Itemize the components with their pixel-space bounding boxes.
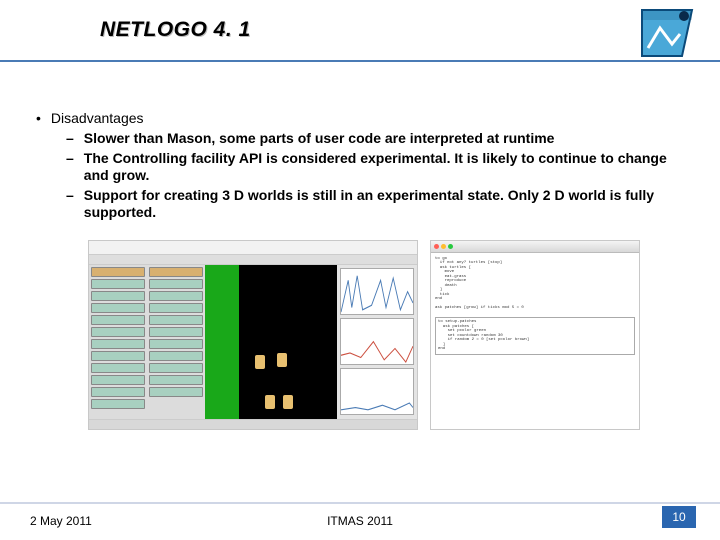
netlogo-interface-screenshot: [88, 240, 418, 430]
dash-icon: –: [66, 130, 74, 148]
header-underline: [0, 60, 720, 62]
dash-icon: –: [66, 150, 74, 185]
screenshot-row: to go if not any? turtles [stop] ask tur…: [88, 240, 690, 430]
bullet-dot-icon: •: [30, 110, 41, 126]
netlogo-code-screenshot: to go if not any? turtles [stop] ask tur…: [430, 240, 640, 430]
dash-icon: –: [66, 187, 74, 222]
sub-bullet: – Slower than Mason, some parts of user …: [66, 130, 690, 148]
bullet-disadvantages: • Disadvantages: [30, 110, 690, 126]
content-area: • Disadvantages – Slower than Mason, som…: [0, 70, 720, 430]
footer-venue: ITMAS 2011: [0, 514, 720, 528]
page-title: NETLOGO 4. 1: [100, 18, 720, 42]
sub-bullet-text: Support for creating 3 D worlds is still…: [84, 187, 690, 222]
sub-bullet-text: Slower than Mason, some parts of user co…: [84, 130, 555, 148]
bullet-heading: Disadvantages: [51, 110, 144, 126]
institution-logo: [636, 6, 698, 68]
sub-bullet-text: The Controlling facility API is consider…: [84, 150, 690, 185]
footer-rule: [0, 502, 720, 504]
sub-bullet: – The Controlling facility API is consid…: [66, 150, 690, 185]
sub-bullet: – Support for creating 3 D worlds is sti…: [66, 187, 690, 222]
